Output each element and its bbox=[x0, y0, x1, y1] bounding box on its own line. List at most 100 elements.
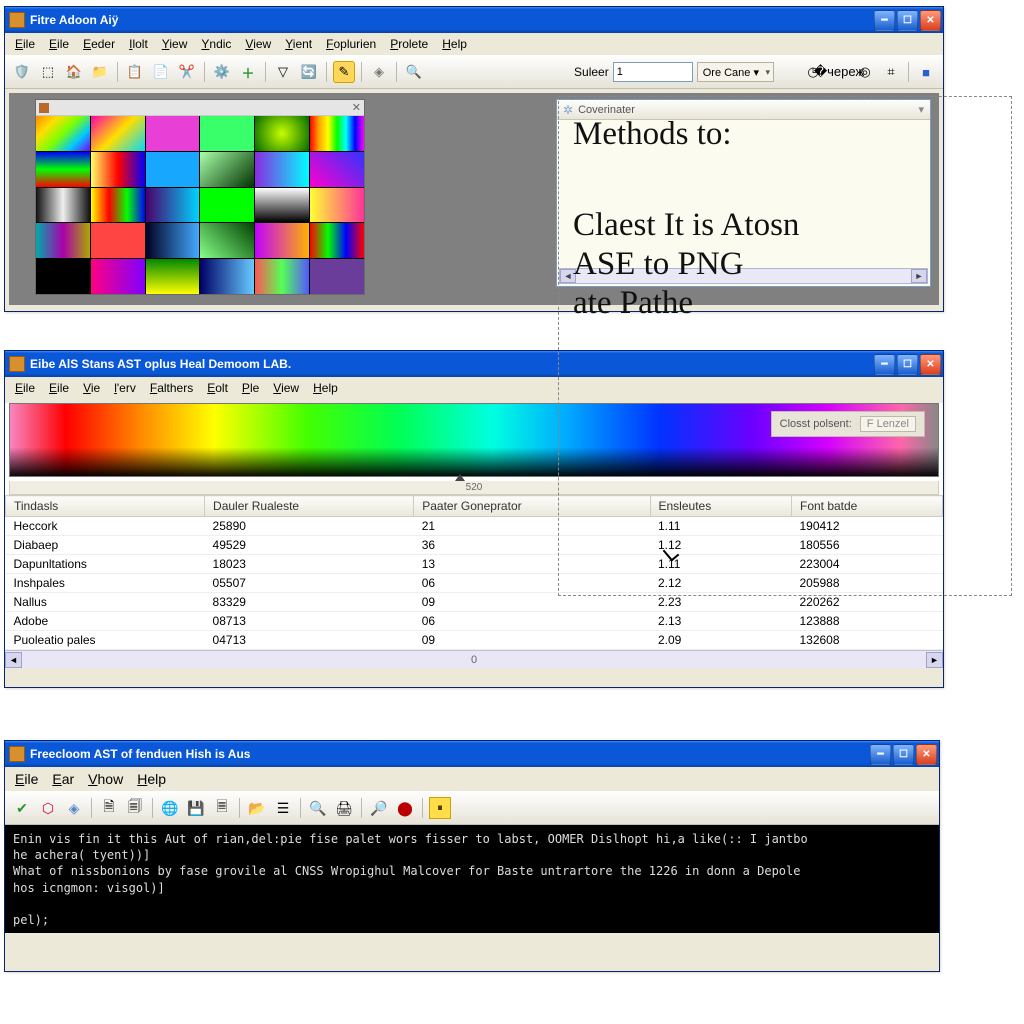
menu-item[interactable]: Yiew bbox=[156, 35, 194, 53]
close-button-2[interactable]: ✕ bbox=[920, 354, 941, 375]
menu-item[interactable]: Vie bbox=[77, 379, 106, 397]
swatch-cell[interactable] bbox=[200, 116, 254, 151]
folder-icon[interactable]: 📁 bbox=[89, 61, 111, 83]
menu-item[interactable]: View bbox=[239, 35, 277, 53]
column-header[interactable]: Ensleutes bbox=[650, 496, 791, 517]
ruler[interactable]: 520 bbox=[9, 481, 939, 495]
swatch-cell[interactable] bbox=[200, 152, 254, 187]
menu-item[interactable]: Help bbox=[307, 379, 344, 397]
menu-item[interactable]: Foplurien bbox=[320, 35, 382, 53]
titlebar-1[interactable]: Fitre Adoon Aiÿ ━ ☐ ✕ bbox=[5, 7, 943, 33]
swatch-cell[interactable] bbox=[200, 188, 254, 223]
table-row[interactable]: Puoleatio pales04713092.09132608 bbox=[6, 631, 943, 650]
table-row[interactable]: Adobe08713062.13123888 bbox=[6, 612, 943, 631]
swatch-cell[interactable] bbox=[91, 259, 145, 294]
menu-item[interactable]: Help bbox=[436, 35, 473, 53]
side-panel-dropdown-icon[interactable]: ▾ bbox=[918, 103, 924, 116]
closest-palette-value[interactable]: F Lenzel bbox=[860, 416, 916, 432]
swatch-grid[interactable] bbox=[36, 116, 364, 294]
menu-item[interactable]: Vhow bbox=[82, 769, 129, 789]
swatch-cell[interactable] bbox=[310, 116, 364, 151]
swatch-cell[interactable] bbox=[255, 116, 309, 151]
table-row[interactable]: Diabaep49529361.12180556 bbox=[6, 536, 943, 555]
edit-icon[interactable]: ✎ bbox=[333, 61, 355, 83]
menu-item[interactable]: Yient bbox=[279, 35, 318, 53]
menu-item[interactable]: Prolete bbox=[384, 35, 434, 53]
column-header[interactable]: Font batde bbox=[791, 496, 942, 517]
check-icon[interactable]: �череж bbox=[828, 61, 850, 83]
swatch-cell[interactable] bbox=[91, 188, 145, 223]
swatch-cell[interactable] bbox=[255, 223, 309, 258]
maximize-button-2[interactable]: ☐ bbox=[897, 354, 918, 375]
menu-item[interactable]: Falthers bbox=[144, 379, 199, 397]
zoom-icon[interactable]: 🔍 bbox=[403, 61, 425, 83]
zoom2-icon[interactable]: 🔎 bbox=[368, 797, 390, 819]
swatch-cell[interactable] bbox=[91, 152, 145, 187]
menu-item[interactable]: Ilolt bbox=[123, 35, 154, 53]
scroll-right-icon-2[interactable]: ► bbox=[926, 652, 943, 668]
suleer-input[interactable] bbox=[613, 62, 693, 82]
target-icon[interactable]: ◎ bbox=[854, 61, 876, 83]
titlebar-2[interactable]: Eibe AlS Stans AST oplus Heal Demoom LAB… bbox=[5, 351, 943, 377]
minimize-button-3[interactable]: ━ bbox=[870, 744, 891, 765]
refresh-icon[interactable]: 🔄 bbox=[298, 61, 320, 83]
nav-back-icon[interactable]: 🛡️ bbox=[11, 61, 33, 83]
swatch-cell[interactable] bbox=[255, 152, 309, 187]
menu-item[interactable]: Yndic bbox=[195, 35, 237, 53]
swatch-cell[interactable] bbox=[255, 259, 309, 294]
folder2-icon[interactable]: 📂 bbox=[246, 797, 268, 819]
menu-item[interactable]: Eile bbox=[9, 379, 41, 397]
swatch-close-icon[interactable]: ✕ bbox=[352, 101, 361, 114]
close-button-3[interactable]: ✕ bbox=[916, 744, 937, 765]
menu-item[interactable]: Eolt bbox=[201, 379, 234, 397]
table-row[interactable]: Nallus83329092.23220262 bbox=[6, 593, 943, 612]
menu-item[interactable]: Eeder bbox=[77, 35, 121, 53]
scroll-right-icon[interactable]: ► bbox=[911, 269, 927, 283]
ore-cane-combo[interactable]: Ore Cane ▾ bbox=[697, 62, 774, 82]
swatch-cell[interactable] bbox=[146, 223, 200, 258]
scroll-left-icon-2[interactable]: ◄ bbox=[5, 652, 22, 668]
swatch-cell[interactable] bbox=[36, 223, 90, 258]
list-icon[interactable]: ☰ bbox=[272, 797, 294, 819]
minimize-button-2[interactable]: ━ bbox=[874, 354, 895, 375]
swatch-cell[interactable] bbox=[146, 188, 200, 223]
swatch-cell[interactable] bbox=[310, 188, 364, 223]
swatch-cell[interactable] bbox=[36, 188, 90, 223]
swatch-cell[interactable] bbox=[200, 259, 254, 294]
menu-item[interactable]: Eile bbox=[43, 379, 75, 397]
stop-icon[interactable]: ■ bbox=[915, 61, 937, 83]
swatch-cell[interactable] bbox=[310, 152, 364, 187]
doc1-icon[interactable]: 🗎 bbox=[98, 797, 120, 819]
cut-icon[interactable]: ✂️ bbox=[176, 61, 198, 83]
home-icon[interactable]: 🏠 bbox=[63, 61, 85, 83]
swatch-titlebar[interactable]: ✕ bbox=[36, 100, 364, 116]
icon-generic-1[interactable]: ⬚ bbox=[37, 61, 59, 83]
column-header[interactable]: Tindasls bbox=[6, 496, 205, 517]
table-row[interactable]: Inshpales05507062.12205988 bbox=[6, 574, 943, 593]
menu-item[interactable]: Ple bbox=[236, 379, 265, 397]
menu-item[interactable]: l'erv bbox=[108, 379, 142, 397]
diamond-icon[interactable]: ◈ bbox=[368, 61, 390, 83]
swatch-cell[interactable] bbox=[146, 259, 200, 294]
swatch-cell[interactable] bbox=[146, 116, 200, 151]
swatch-cell[interactable] bbox=[91, 116, 145, 151]
doc2-icon[interactable]: 🗐 bbox=[124, 797, 146, 819]
menu-item[interactable]: Ear bbox=[46, 769, 80, 789]
add-icon[interactable]: ＋ bbox=[237, 61, 259, 83]
column-header[interactable]: Dauler Rualeste bbox=[205, 496, 414, 517]
swatch-cell[interactable] bbox=[91, 223, 145, 258]
swatch-cell[interactable] bbox=[255, 188, 309, 223]
record-icon[interactable]: ⬤ bbox=[394, 797, 416, 819]
menu-item[interactable]: Eile bbox=[9, 35, 41, 53]
swatch-cell[interactable] bbox=[200, 223, 254, 258]
swatch-cell[interactable] bbox=[146, 152, 200, 187]
column-header[interactable]: Paater Goneprator bbox=[414, 496, 650, 517]
scroll-left-icon[interactable]: ◄ bbox=[560, 269, 576, 283]
maximize-button[interactable]: ☐ bbox=[897, 10, 918, 31]
print-icon[interactable]: 🖨 bbox=[333, 797, 355, 819]
ruler-marker-icon[interactable] bbox=[455, 474, 465, 481]
side-panel-tab[interactable]: ✲ Coverinater ▾ bbox=[557, 100, 930, 120]
swatch-cell[interactable] bbox=[310, 223, 364, 258]
close-button[interactable]: ✕ bbox=[920, 10, 941, 31]
paste-icon[interactable]: 📄 bbox=[150, 61, 172, 83]
